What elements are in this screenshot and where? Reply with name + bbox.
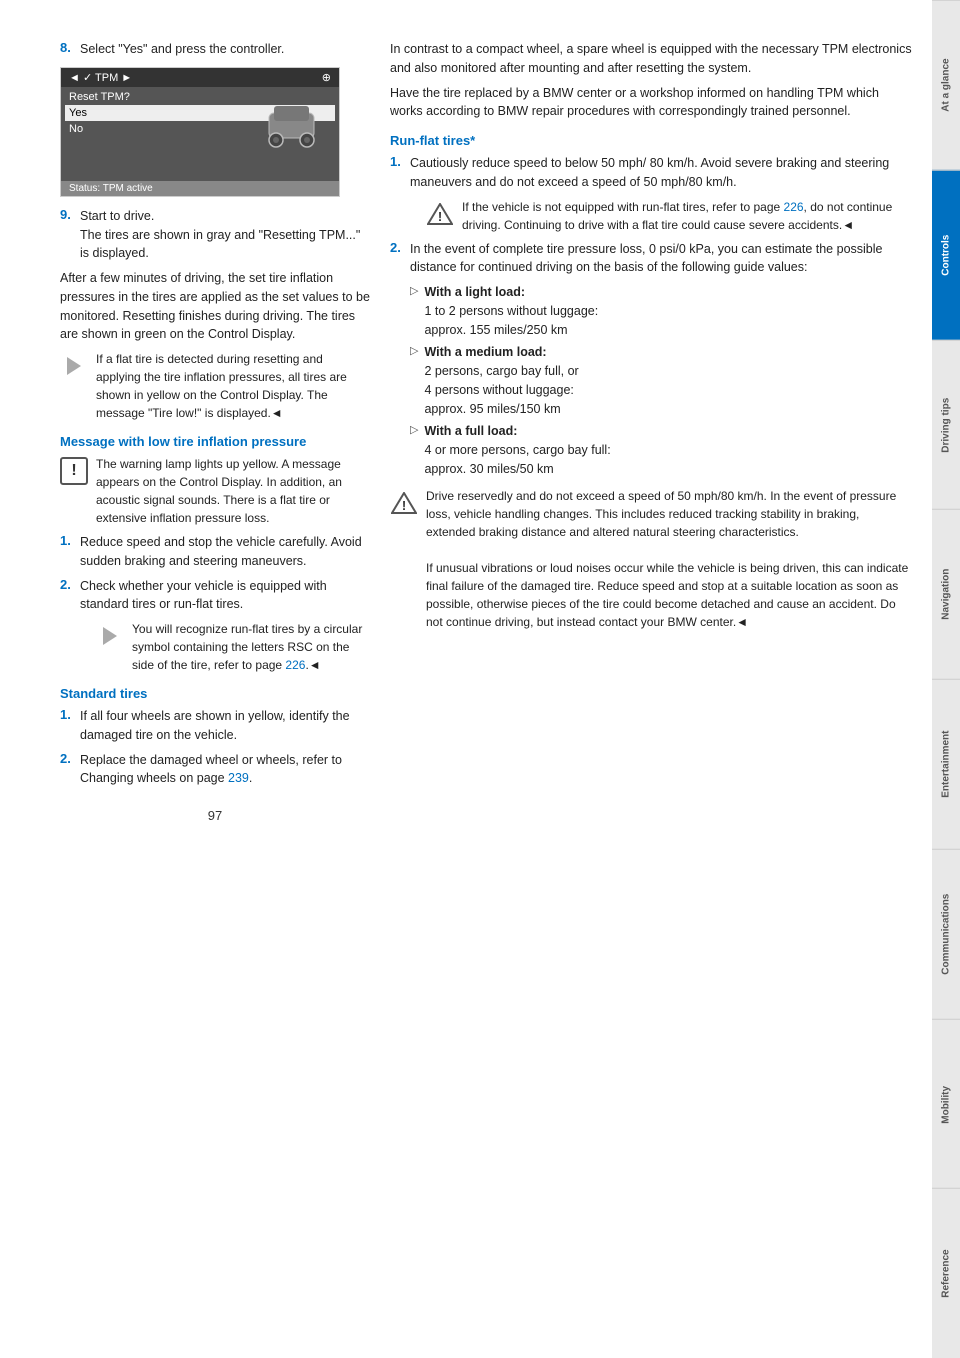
- bullet-arrow-2: ▷: [410, 344, 418, 418]
- page-container: 8. Select "Yes" and press the controller…: [0, 0, 960, 1358]
- sidebar-item-at-a-glance[interactable]: At a glance: [932, 0, 960, 170]
- sidebar-item-reference[interactable]: Reference: [932, 1188, 960, 1358]
- tpm-header-left: ◄ ✓ TPM ►: [69, 71, 132, 84]
- step-9-row: 9. Start to drive. The tires are shown i…: [60, 207, 370, 263]
- left-column: 8. Select "Yes" and press the controller…: [60, 40, 370, 1318]
- section-message-title: Message with low tire inflation pressure: [60, 434, 370, 449]
- runflat-step-1-row: 1. Cautiously reduce speed to below 50 m…: [390, 154, 912, 192]
- warning-drive-box: ! Drive reservedly and do not exceed a s…: [390, 487, 912, 631]
- warning-inflation-box: ! The warning lamp lights up yellow. A m…: [60, 455, 370, 527]
- sidebar-item-controls[interactable]: Controls: [932, 170, 960, 340]
- tpm-status-bar: Status: TPM active: [61, 181, 339, 196]
- bullet-medium-load: ▷ With a medium load: 2 persons, cargo b…: [410, 343, 912, 418]
- standard-step-2-row: 2. Replace the damaged wheel or wheels, …: [60, 751, 370, 789]
- svg-text:!: !: [438, 209, 442, 224]
- page226-link[interactable]: 226: [285, 658, 305, 672]
- tpm-car-graphic: [254, 88, 334, 168]
- standard-step-2-text: Replace the damaged wheel or wheels, ref…: [80, 751, 370, 789]
- note-flat-tire-text: If a flat tire is detected during resett…: [96, 350, 370, 422]
- standard-step-1-num: 1.: [60, 707, 76, 745]
- main-content: 8. Select "Yes" and press the controller…: [0, 0, 932, 1358]
- page226b-link[interactable]: 226: [784, 200, 804, 214]
- note-not-equipped-text: If the vehicle is not equipped with run-…: [462, 198, 912, 234]
- play-triangle: [67, 357, 81, 375]
- sidebar-item-mobility[interactable]: Mobility: [932, 1019, 960, 1189]
- section-runflat-title: Run-flat tires*: [390, 133, 912, 148]
- sidebar-item-driving-tips[interactable]: Driving tips: [932, 340, 960, 510]
- sidebar-item-entertainment[interactable]: Entertainment: [932, 679, 960, 849]
- note-not-equipped-box: ! If the vehicle is not equipped with ru…: [426, 198, 912, 234]
- bullet-medium-content: With a medium load: 2 persons, cargo bay…: [424, 343, 578, 418]
- page-number: 97: [60, 808, 370, 823]
- message-step-1-num: 1.: [60, 533, 76, 571]
- right-para1: In contrast to a compact wheel, a spare …: [390, 40, 912, 78]
- warning-inflation-text: The warning lamp lights up yellow. A mes…: [96, 455, 370, 527]
- message-step-2-num: 2.: [60, 577, 76, 615]
- tpm-display-image: ◄ ✓ TPM ► ⊕ Reset TPM? Yes No: [60, 67, 340, 197]
- step-9-text: Start to drive.: [80, 209, 154, 223]
- note-flat-tire-box: If a flat tire is detected during resett…: [60, 350, 370, 422]
- play-icon-flat: [60, 352, 88, 380]
- tpm-header: ◄ ✓ TPM ► ⊕: [61, 68, 339, 87]
- exclamation-icon: !: [60, 457, 88, 485]
- right-para2: Have the tire replaced by a BMW center o…: [390, 84, 912, 122]
- step-8-text: Select "Yes" and press the controller.: [80, 40, 370, 59]
- step-9-number: 9.: [60, 207, 76, 263]
- runflat-step-1-text: Cautiously reduce speed to below 50 mph/…: [410, 154, 912, 192]
- bullet-full-content: With a full load: 4 or more persons, car…: [424, 422, 610, 478]
- bullet-light-load: ▷ With a light load: 1 to 2 persons with…: [410, 283, 912, 339]
- step-9-content: Start to drive. The tires are shown in g…: [80, 207, 370, 263]
- bullet-full-load: ▷ With a full load: 4 or more persons, c…: [410, 422, 912, 478]
- warning-icon-runflat: !: [426, 200, 454, 228]
- runflat-step-2-num: 2.: [390, 240, 406, 278]
- message-step-1-text: Reduce speed and stop the vehicle carefu…: [80, 533, 370, 571]
- standard-step-1-text: If all four wheels are shown in yellow, …: [80, 707, 370, 745]
- tpm-body: Reset TPM? Yes No: [61, 87, 339, 196]
- play-icon-runflat: [96, 622, 124, 650]
- step-9-subtext: The tires are shown in gray and "Resetti…: [80, 228, 360, 261]
- message-step-2-row: 2. Check whether your vehicle is equippe…: [60, 577, 370, 615]
- right-column: In contrast to a compact wheel, a spare …: [390, 40, 912, 1318]
- para-after-step9: After a few minutes of driving, the set …: [60, 269, 370, 344]
- warning-icon-drive: !: [390, 489, 418, 517]
- bullet-arrow-3: ▷: [410, 423, 418, 478]
- play-triangle-2: [103, 627, 117, 645]
- warning-drive-text: Drive reservedly and do not exceed a spe…: [426, 487, 912, 631]
- page239-link[interactable]: 239: [228, 771, 249, 785]
- runflat-step-1-num: 1.: [390, 154, 406, 192]
- bullet-arrow-1: ▷: [410, 284, 418, 339]
- runflat-step-2-row: 2. In the event of complete tire pressur…: [390, 240, 912, 278]
- sidebar-item-navigation[interactable]: Navigation: [932, 509, 960, 679]
- sidebar-item-communications[interactable]: Communications: [932, 849, 960, 1019]
- section-standard-title: Standard tires: [60, 686, 370, 701]
- step-8-number: 8.: [60, 40, 76, 59]
- message-step-2-text: Check whether your vehicle is equipped w…: [80, 577, 370, 615]
- runflat-step-2-text: In the event of complete tire pressure l…: [410, 240, 912, 278]
- message-step-1-row: 1. Reduce speed and stop the vehicle car…: [60, 533, 370, 571]
- bullet-light-content: With a light load: 1 to 2 persons withou…: [424, 283, 598, 339]
- note-runflat-box: You will recognize run-flat tires by a c…: [96, 620, 370, 674]
- standard-step-2-num: 2.: [60, 751, 76, 789]
- standard-step-1-row: 1. If all four wheels are shown in yello…: [60, 707, 370, 745]
- note-runflat-text: You will recognize run-flat tires by a c…: [132, 620, 370, 674]
- right-sidebar: At a glance Controls Driving tips Naviga…: [932, 0, 960, 1358]
- svg-text:!: !: [402, 498, 406, 513]
- step-8-row: 8. Select "Yes" and press the controller…: [60, 40, 370, 59]
- tpm-header-right: ⊕: [322, 71, 331, 84]
